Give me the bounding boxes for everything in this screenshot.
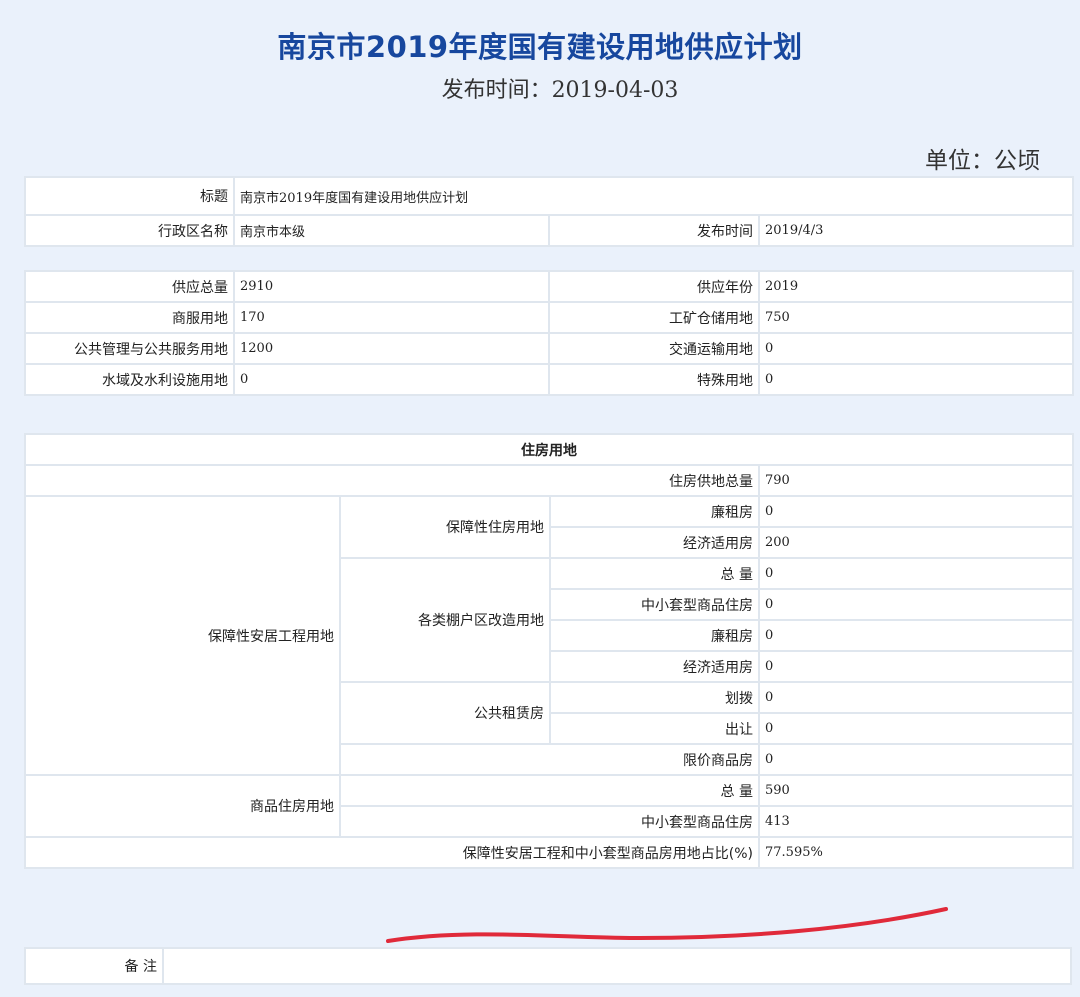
title-label: 标题 xyxy=(24,176,235,216)
supply-year-value: 2019 xyxy=(758,270,1074,303)
remark-value xyxy=(162,947,1072,985)
commercial-value: 170 xyxy=(233,301,550,334)
penghu-lianzu-label: 廉租房 xyxy=(549,619,760,652)
anju-label: 保障性安居工程用地 xyxy=(24,495,341,776)
red-underline-stroke xyxy=(386,907,948,943)
xianjia-value: 0 xyxy=(758,743,1074,776)
supply-total-label: 供应总量 xyxy=(24,270,235,303)
supply-total-value: 2910 xyxy=(233,270,550,303)
commercial-label: 商服用地 xyxy=(24,301,235,334)
remark-label: 备 注 xyxy=(24,947,164,985)
public-label: 公共管理与公共服务用地 xyxy=(24,332,235,365)
unit-label: 单位：公顷 xyxy=(925,148,1040,174)
penghu-jingji-label: 经济适用房 xyxy=(549,650,760,683)
baozhang-label: 保障性住房用地 xyxy=(339,495,551,559)
penghu-jingji-value: 0 xyxy=(758,650,1074,683)
zulin-label: 公共租赁房 xyxy=(339,681,551,745)
housing-heading: 住房用地 xyxy=(24,433,1074,466)
info-table: 标题 南京市2019年度国有建设用地供应计划 行政区名称 南京市本级 发布时间 … xyxy=(24,176,1074,247)
page-title: 南京市2019年度国有建设用地供应计划 xyxy=(277,30,803,64)
date-label: 发布时间 xyxy=(548,214,760,247)
special-label: 特殊用地 xyxy=(548,363,760,396)
ratio-value: 77.595% xyxy=(758,836,1074,869)
lianzu-label: 廉租房 xyxy=(549,495,760,528)
shangpin-total-value: 590 xyxy=(758,774,1074,807)
housing-total-value: 790 xyxy=(758,464,1074,497)
penghu-lianzu-value: 0 xyxy=(758,619,1074,652)
churang-label: 出让 xyxy=(549,712,760,745)
huabo-value: 0 xyxy=(758,681,1074,714)
shangpin-label: 商品住房用地 xyxy=(24,774,341,838)
penghu-label: 各类棚户区改造用地 xyxy=(339,557,551,683)
xianjia-label: 限价商品房 xyxy=(339,743,760,776)
date-value: 2019/4/3 xyxy=(758,214,1074,247)
region-label: 行政区名称 xyxy=(24,214,235,247)
shangpin-small-label: 中小套型商品住房 xyxy=(339,805,760,838)
remark-table: 备 注 xyxy=(24,947,1072,985)
public-value: 1200 xyxy=(233,332,550,365)
transport-value: 0 xyxy=(758,332,1074,365)
industrial-value: 750 xyxy=(758,301,1074,334)
penghu-total-value: 0 xyxy=(758,557,1074,590)
jingji-value: 200 xyxy=(758,526,1074,559)
industrial-label: 工矿仓储用地 xyxy=(548,301,760,334)
jingji-label: 经济适用房 xyxy=(549,526,760,559)
supply-table: 供应总量 2910 供应年份 2019 商服用地 170 工矿仓储用地 750 … xyxy=(24,270,1074,396)
churang-value: 0 xyxy=(758,712,1074,745)
ratio-label: 保障性安居工程和中小套型商品房用地占比(%) xyxy=(24,836,760,869)
transport-label: 交通运输用地 xyxy=(548,332,760,365)
special-value: 0 xyxy=(758,363,1074,396)
housing-total-label: 住房供地总量 xyxy=(24,464,760,497)
penghu-small-label: 中小套型商品住房 xyxy=(549,588,760,621)
supply-year-label: 供应年份 xyxy=(548,270,760,303)
lianzu-value: 0 xyxy=(758,495,1074,528)
penghu-total-label: 总 量 xyxy=(549,557,760,590)
shangpin-total-label: 总 量 xyxy=(339,774,760,807)
housing-table: 住房用地 住房供地总量 790 保障性安居工程用地 保障性住房用地 廉租房 0 … xyxy=(24,433,1074,869)
publish-date: 发布时间：2019-04-03 xyxy=(441,78,679,103)
shangpin-small-value: 413 xyxy=(758,805,1074,838)
water-value: 0 xyxy=(233,363,550,396)
water-label: 水域及水利设施用地 xyxy=(24,363,235,396)
penghu-small-value: 0 xyxy=(758,588,1074,621)
region-value: 南京市本级 xyxy=(233,214,550,247)
title-value: 南京市2019年度国有建设用地供应计划 xyxy=(233,176,1074,216)
huabo-label: 划拨 xyxy=(549,681,760,714)
